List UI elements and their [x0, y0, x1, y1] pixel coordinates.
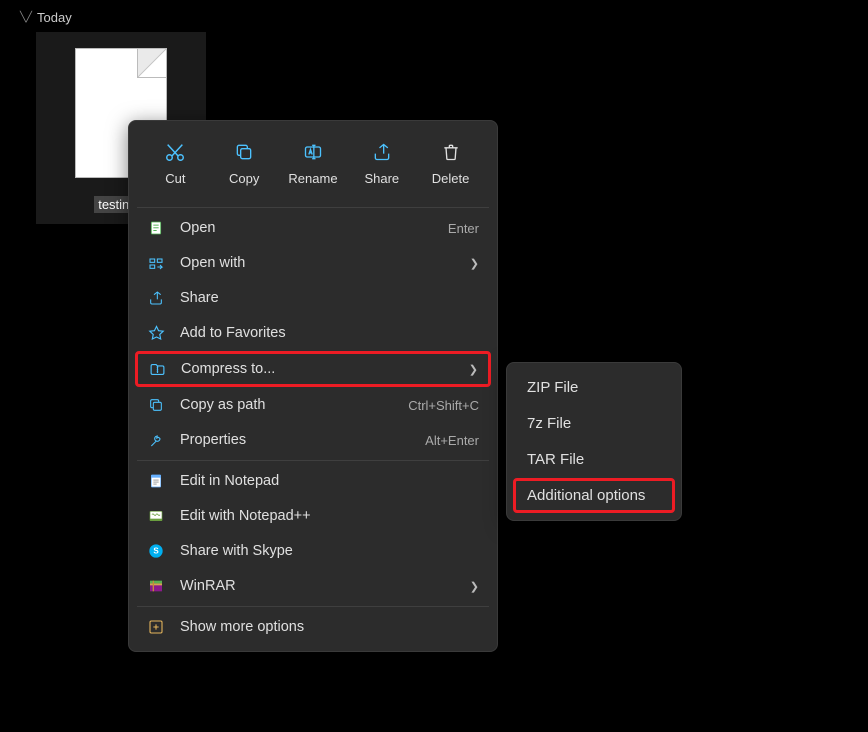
menu-item-copy-path[interactable]: Copy as path Ctrl+Shift+C — [135, 388, 491, 422]
menu-item-compress[interactable]: Compress to... ❯ — [135, 351, 491, 387]
menu-hint: Enter — [448, 221, 479, 236]
menu-hint: Alt+Enter — [425, 433, 479, 448]
rename-icon — [302, 141, 324, 163]
menu-item-notepad[interactable]: Edit in Notepad — [135, 464, 491, 498]
delete-label: Delete — [432, 171, 470, 186]
cut-label: Cut — [165, 171, 185, 186]
group-label: Today — [37, 10, 72, 25]
menu-item-open-with[interactable]: Open with ❯ — [135, 246, 491, 280]
context-menu: Cut Copy Rename — [128, 120, 498, 652]
scissors-icon — [164, 141, 186, 163]
chevron-down-icon: ╲╱ — [20, 12, 32, 23]
share-label: Share — [364, 171, 399, 186]
menu-label: Share with Skype — [180, 543, 479, 559]
menu-divider — [137, 606, 489, 607]
context-toolbar: Cut Copy Rename — [133, 127, 493, 204]
document-icon — [147, 219, 165, 237]
svg-text:S: S — [153, 547, 159, 556]
menu-item-notepadpp[interactable]: Edit with Notepad++ — [135, 499, 491, 533]
menu-label: Open with — [180, 255, 455, 271]
chevron-right-icon: ❯ — [470, 257, 479, 270]
compress-submenu: ZIP File 7z File TAR File Additional opt… — [506, 362, 682, 521]
menu-item-open[interactable]: Open Enter — [135, 211, 491, 245]
submenu-item-tar[interactable]: TAR File — [513, 442, 675, 477]
share-button[interactable]: Share — [347, 137, 416, 190]
menu-item-properties[interactable]: Properties Alt+Enter — [135, 423, 491, 457]
menu-item-winrar[interactable]: WinRAR ❯ — [135, 569, 491, 603]
star-icon — [147, 324, 165, 342]
winrar-icon — [147, 577, 165, 595]
menu-label: WinRAR — [180, 578, 455, 594]
menu-item-share[interactable]: Share — [135, 281, 491, 315]
skype-icon: S — [147, 542, 165, 560]
menu-hint: Ctrl+Shift+C — [408, 398, 479, 413]
menu-label: Show more options — [180, 619, 479, 635]
menu-label: Add to Favorites — [180, 325, 479, 341]
menu-divider — [137, 207, 489, 208]
submenu-item-zip[interactable]: ZIP File — [513, 370, 675, 405]
chevron-right-icon: ❯ — [470, 580, 479, 593]
copy-icon — [233, 141, 255, 163]
menu-label: Compress to... — [181, 361, 454, 377]
menu-label: Edit in Notepad — [180, 473, 479, 489]
share-icon — [371, 141, 393, 163]
notepadpp-icon — [147, 507, 165, 525]
share-icon — [147, 289, 165, 307]
open-with-icon — [147, 254, 165, 272]
menu-label: Copy as path — [180, 397, 393, 413]
cut-button[interactable]: Cut — [141, 137, 210, 190]
wrench-icon — [147, 431, 165, 449]
menu-label: Open — [180, 220, 433, 236]
copy-label: Copy — [229, 171, 259, 186]
submenu-item-additional[interactable]: Additional options — [513, 478, 675, 513]
trash-icon — [440, 141, 462, 163]
menu-label: Share — [180, 290, 479, 306]
delete-button[interactable]: Delete — [416, 137, 485, 190]
menu-item-skype[interactable]: S Share with Skype — [135, 534, 491, 568]
rename-button[interactable]: Rename — [279, 137, 348, 190]
menu-item-more-options[interactable]: Show more options — [135, 610, 491, 644]
archive-icon — [148, 360, 166, 378]
notepad-icon — [147, 472, 165, 490]
menu-label: Properties — [180, 432, 410, 448]
submenu-item-7z[interactable]: 7z File — [513, 406, 675, 441]
file-group-header[interactable]: ╲╱ Today — [20, 10, 72, 25]
menu-label: Edit with Notepad++ — [180, 508, 479, 524]
chevron-right-icon: ❯ — [469, 363, 478, 376]
copy-button[interactable]: Copy — [210, 137, 279, 190]
menu-item-favorites[interactable]: Add to Favorites — [135, 316, 491, 350]
more-options-icon — [147, 618, 165, 636]
rename-label: Rename — [288, 171, 337, 186]
menu-divider — [137, 460, 489, 461]
copy-path-icon — [147, 396, 165, 414]
